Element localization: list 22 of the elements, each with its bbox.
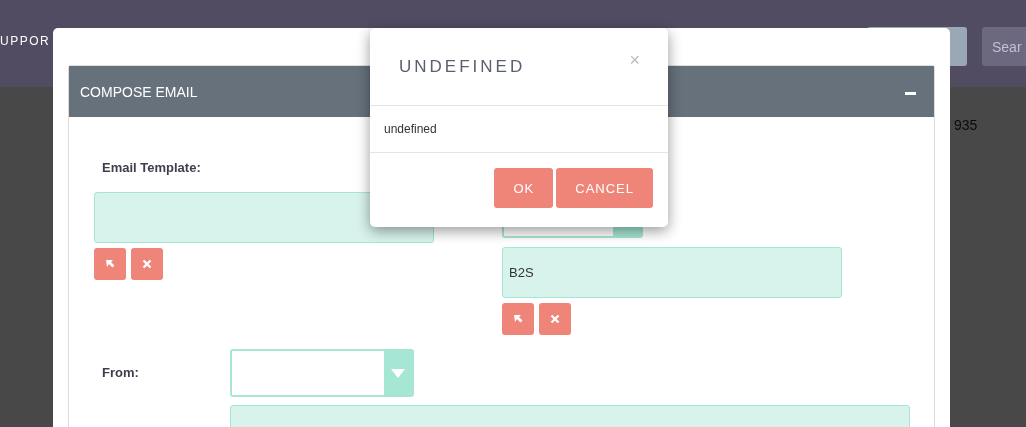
close-icon <box>550 314 560 324</box>
caret-icon <box>391 368 405 378</box>
close-button[interactable]: × <box>629 50 640 71</box>
close-icon <box>142 259 152 269</box>
select-button[interactable] <box>94 248 126 280</box>
background-text: 935 <box>954 117 978 133</box>
clear-button[interactable] <box>539 303 571 335</box>
ok-button[interactable]: OK <box>494 168 554 208</box>
select-button[interactable] <box>502 303 534 335</box>
nav-menu-item[interactable]: UPPOR <box>0 33 51 48</box>
from-select[interactable] <box>230 349 414 397</box>
cancel-button[interactable]: CANCEL <box>556 168 653 208</box>
search-field[interactable]: Sear <box>982 27 1026 66</box>
clear-button[interactable] <box>131 248 163 280</box>
related-field[interactable]: B2S <box>502 247 842 298</box>
field-label: From: <box>102 365 140 381</box>
dialog-message: undefined <box>384 122 437 136</box>
cursor-arrow-icon <box>513 314 523 324</box>
dialog-title: UNDEFINED <box>399 56 526 77</box>
cursor-arrow-icon <box>105 259 115 269</box>
field-label: Email Template: <box>102 160 202 176</box>
panel-title: COMPOSE EMAIL <box>80 83 198 100</box>
